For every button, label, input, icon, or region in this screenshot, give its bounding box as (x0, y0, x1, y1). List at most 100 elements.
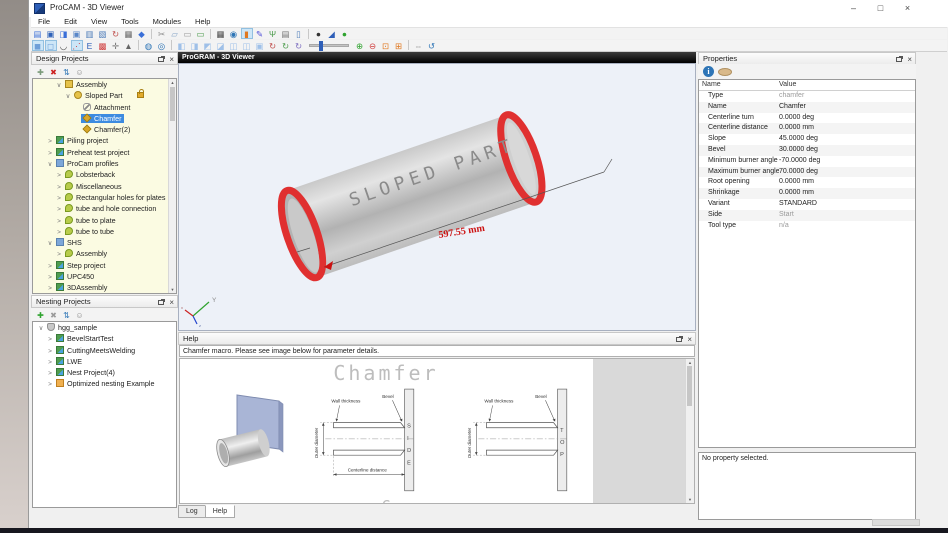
chevron-down-icon[interactable]: ∨ (64, 91, 72, 102)
tree-item-cuttingmeetswelding[interactable]: >CuttingMeetsWelding (33, 345, 176, 356)
print-button[interactable]: ▤ (280, 28, 292, 39)
zoom-window-button[interactable]: ⊡ (380, 40, 392, 51)
tab-log[interactable]: Log (178, 505, 206, 518)
sort-button[interactable]: ⇅ (61, 66, 73, 77)
zoom-out-button[interactable]: ⊖ (367, 40, 379, 51)
import-button[interactable]: ◨ (58, 28, 70, 39)
tree-item-lobsterback[interactable]: >Lobsterback (33, 169, 176, 180)
preview-button[interactable]: ◉ (228, 28, 240, 39)
view-back-button[interactable]: ◩ (202, 40, 214, 51)
shaded-view-button[interactable]: ◼ (32, 40, 44, 51)
property-row-shrinkage[interactable]: Shrinkage0.0000 mm (699, 188, 915, 199)
tree-item-optimized-nesting-example[interactable]: >Optimized nesting Example (33, 378, 176, 389)
tree-item-shs[interactable]: ∨SHS (33, 237, 176, 248)
property-row-centerline-distance[interactable]: Centerline distance0.0000 mm (699, 123, 915, 134)
rotate-z-button[interactable]: ↻ (293, 40, 305, 51)
tree-item-tube-to-tube[interactable]: >tube to tube (33, 226, 176, 237)
tree-item-tube-to-plate[interactable]: >tube to plate (33, 215, 176, 226)
orbit-button[interactable]: ◍ (143, 40, 155, 51)
menu-help[interactable]: Help (188, 17, 217, 27)
tree-item-3dassembly[interactable]: >3DAssembly (33, 282, 176, 293)
new-part-button[interactable]: ▤ (32, 28, 44, 39)
property-row-variant[interactable]: VariantSTANDARD (699, 199, 915, 210)
hierarchy-button[interactable]: Ψ (267, 28, 279, 39)
float-icon[interactable] (158, 57, 164, 62)
chevron-down-icon[interactable]: ∨ (37, 323, 45, 334)
open-project-button[interactable]: ▥ (84, 28, 96, 39)
design-tree-scrollbar[interactable]: ▲ ▼ (168, 79, 176, 293)
tree-item-upc450[interactable]: >UPC450 (33, 271, 176, 282)
tree-item-attachment[interactable]: Attachment (33, 102, 176, 113)
menu-view[interactable]: View (84, 17, 114, 27)
chevron-right-icon[interactable]: > (46, 283, 54, 294)
tree-item-preheat-test-project[interactable]: >Preheat test project (33, 147, 176, 158)
chevron-right-icon[interactable]: > (46, 334, 54, 345)
tree-item-assembly[interactable]: >Assembly (33, 248, 176, 259)
property-row-side[interactable]: SideStart (699, 210, 915, 221)
sloped-part-model[interactable]: SLOPED PART (273, 110, 551, 282)
measure-button[interactable]: ⋰ (71, 40, 83, 51)
tree-item-nest-project-4-[interactable]: >Nest Project(4) (33, 367, 176, 378)
paste-special-button[interactable]: ▭ (195, 28, 207, 39)
probe-button[interactable]: ✛ (110, 40, 122, 51)
tree-item-rectangular-holes-for-plates[interactable]: >Rectangular holes for plates (33, 192, 176, 203)
table-button[interactable]: ▦ (215, 28, 227, 39)
paste-button[interactable]: ▭ (182, 28, 194, 39)
view-bottom-button[interactable]: ▣ (254, 40, 266, 51)
property-row-bevel[interactable]: Bevel30.0000 deg (699, 145, 915, 156)
delete-button[interactable]: ✖ (48, 66, 60, 77)
property-row-slope[interactable]: Slope45.0000 deg (699, 134, 915, 145)
reload-button[interactable]: ↻ (110, 28, 122, 39)
copy-button[interactable]: ▱ (169, 28, 181, 39)
run-button[interactable]: ● (339, 28, 351, 39)
chevron-right-icon[interactable]: > (46, 379, 54, 390)
scroll-down-icon[interactable]: ▼ (686, 497, 694, 502)
menu-edit[interactable]: Edit (57, 17, 84, 27)
menu-file[interactable]: File (31, 17, 57, 27)
rotate-y-button[interactable]: ↻ (280, 40, 292, 51)
transparency-slider[interactable] (309, 44, 349, 47)
view-right-button[interactable]: ◫ (228, 40, 240, 51)
zoom-extents-button[interactable]: ⊞ (393, 40, 405, 51)
cut-button[interactable]: ✂ (156, 28, 168, 39)
options-button[interactable]: ☺ (74, 66, 86, 77)
chevron-down-icon[interactable]: ∨ (46, 159, 54, 170)
tree-item-procam-profiles[interactable]: ∨ProCam profiles (33, 158, 176, 169)
tree-item-step-project[interactable]: >Step project (33, 260, 176, 271)
chevron-down-icon[interactable]: ∨ (55, 80, 63, 91)
scroll-thumb[interactable] (687, 366, 692, 406)
property-row-tool-type[interactable]: Tool typen/a (699, 221, 915, 232)
annotate-button[interactable]: ✎ (254, 28, 266, 39)
save-all-button[interactable]: ▣ (71, 28, 83, 39)
tree-item-tube-and-hole-connection[interactable]: >tube and hole connection (33, 203, 176, 214)
viewport-3d[interactable]: SLOPED PART 597.55 mm Y x z (178, 63, 696, 331)
pan-button[interactable]: ⇔ (413, 40, 425, 51)
scroll-up-icon[interactable]: ▲ (169, 80, 176, 85)
scroll-thumb[interactable] (170, 87, 175, 121)
material-button[interactable]: ▩ (97, 40, 109, 51)
sort-button[interactable]: ⇅ (61, 309, 73, 320)
settings-button[interactable]: ▦ (123, 28, 135, 39)
tree-item-chamfer[interactable]: Chamfer (33, 113, 176, 124)
resize-grip[interactable] (872, 519, 920, 526)
options-button[interactable]: ☺ (74, 309, 86, 320)
chevron-right-icon[interactable]: > (55, 204, 63, 215)
tree-item-piling-project[interactable]: >Piling project (33, 135, 176, 146)
scroll-up-icon[interactable]: ▲ (686, 360, 694, 365)
tree-item-miscellaneous[interactable]: >Miscellaneous (33, 181, 176, 192)
menu-tools[interactable]: Tools (114, 17, 146, 27)
open-folder-button[interactable]: ▧ (97, 28, 109, 39)
tree-item-chamfer-2-[interactable]: Chamfer(2) (33, 124, 176, 135)
help-scrollbar[interactable]: ▲ ▼ (685, 359, 694, 503)
tree-item-hgg-sample[interactable]: ∨hgg_sample (33, 322, 176, 333)
minimize-button[interactable]: – (841, 1, 866, 15)
float-icon[interactable] (896, 57, 902, 62)
view-left-button[interactable]: ◪ (215, 40, 227, 51)
add-button[interactable]: ✚ (35, 66, 47, 77)
tab-help[interactable]: Help (205, 505, 235, 518)
tree-item-lwe[interactable]: >LWE (33, 356, 176, 367)
spin-button[interactable]: ◎ (156, 40, 168, 51)
rotate-x-button[interactable]: ↻ (267, 40, 279, 51)
record-button[interactable]: ● (313, 28, 325, 39)
maximize-button[interactable]: □ (868, 1, 893, 15)
